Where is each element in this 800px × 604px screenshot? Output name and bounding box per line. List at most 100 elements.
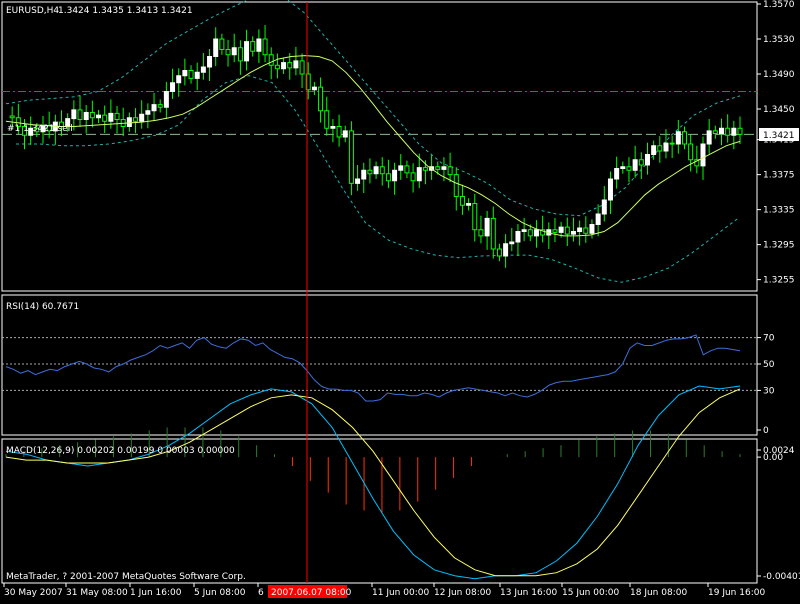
bull-candle	[503, 243, 509, 257]
bull-candle	[521, 229, 527, 232]
copyright-label: MetaTrader, ? 2001-2007 MetaQuotes Softw…	[6, 572, 246, 582]
bear-candle	[102, 114, 108, 122]
price-tick-label: 1.3255	[763, 276, 795, 286]
bear-candle	[157, 104, 163, 108]
bear-candle	[219, 38, 225, 50]
bear-candle	[274, 64, 280, 70]
time-tick-label: 13 Jun 16:00	[500, 588, 557, 598]
price-tick-label: 1.3450	[763, 105, 795, 115]
rsi-tick-label: 30	[763, 386, 775, 396]
bull-candle	[355, 178, 361, 184]
time-tick-label: 31 May 08:00	[66, 588, 128, 598]
bull-candle	[311, 86, 317, 91]
bull-candle	[194, 71, 200, 79]
bear-candle	[367, 169, 373, 175]
bear-candle	[422, 167, 428, 171]
time-tick-label: 18 Jun 08:00	[630, 588, 687, 598]
bear-candle	[225, 49, 231, 56]
price-tick-label: 1.3295	[763, 241, 795, 251]
bull-candle	[620, 166, 626, 169]
bull-candle	[373, 166, 379, 175]
bear-candle	[737, 127, 743, 135]
bull-candle	[231, 47, 237, 56]
time-tick-label: 11 Jun 00:00	[372, 588, 429, 598]
bull-candle	[515, 231, 521, 243]
bull-candle	[139, 113, 145, 122]
bear-candle	[410, 172, 416, 182]
bull-candle	[416, 167, 422, 182]
bull-candle	[361, 169, 367, 180]
time-tick-label: 12 Jun 08:00	[434, 588, 491, 598]
bull-candle	[675, 131, 681, 145]
bull-candle	[398, 165, 404, 171]
bear-candle	[348, 130, 354, 184]
bear-candle	[527, 229, 533, 237]
bull-candle	[466, 203, 472, 206]
bull-candle	[281, 62, 287, 70]
bear-candle	[324, 110, 330, 129]
bull-candle	[441, 166, 447, 170]
macd-header: MACD(12,26,9) 0.00202 0.00199 0.00003 0.…	[6, 446, 235, 456]
bull-candle	[83, 112, 89, 120]
bear-candle	[318, 86, 324, 112]
bull-candle	[71, 109, 77, 120]
bull-candle	[558, 226, 564, 233]
order-label[interactable]: #1 1.3421 sell	[7, 124, 73, 134]
bear-candle	[9, 115, 15, 119]
bear-candle	[237, 47, 243, 62]
bear-candle	[453, 174, 459, 197]
bull-candle	[126, 117, 132, 127]
bull-candle	[632, 159, 638, 171]
bull-candle	[392, 169, 398, 182]
time-tick-label: 5 Jun 08:00	[194, 588, 246, 598]
bull-candle	[293, 60, 299, 69]
bear-candle	[583, 227, 589, 234]
bear-candle	[435, 166, 441, 170]
bear-candle	[725, 127, 731, 136]
bull-candle	[96, 114, 102, 119]
bear-candle	[447, 166, 453, 176]
ohlc-label: 1.3424 1.3435 1.3413 1.3421	[58, 6, 193, 16]
bull-candle	[182, 70, 188, 77]
bull-candle	[663, 142, 669, 152]
rsi-header: RSI(14) 60.7671	[6, 302, 79, 312]
time-tick-label: 30 May 2007	[4, 588, 63, 598]
price-tick-label: 1.3375	[763, 171, 795, 181]
price-tick-label: 1.3335	[763, 206, 795, 216]
bull-candle	[151, 104, 157, 112]
price-tag: 1.3421	[763, 131, 795, 141]
bull-candle	[589, 224, 595, 234]
rsi-tick-label: 50	[763, 360, 775, 370]
crosshair-time: 2007.06.07 08:00	[271, 588, 352, 598]
bear-candle	[268, 54, 274, 66]
bear-candle	[472, 203, 478, 231]
price-tick-label: 1.3530	[763, 35, 795, 45]
bull-candle	[330, 126, 336, 129]
time-tick-label: 6	[258, 588, 264, 598]
symbol-label: EURUSD,H4	[6, 6, 59, 16]
bear-candle	[336, 126, 342, 138]
bull-candle	[145, 110, 151, 115]
chart-canvas[interactable]: 1.35701.35301.34901.34501.34151.33751.33…	[0, 0, 800, 600]
bull-candle	[570, 231, 576, 235]
rsi-tick-label: 0	[763, 426, 769, 436]
bear-candle	[287, 62, 293, 69]
bull-candle	[256, 38, 262, 52]
bear-candle	[459, 196, 465, 206]
bull-candle	[163, 91, 169, 108]
bull-candle	[484, 217, 490, 237]
bear-candle	[114, 112, 120, 120]
bear-candle	[552, 229, 558, 233]
bull-candle	[342, 130, 348, 138]
price-tick-label: 1.3490	[763, 70, 795, 80]
bull-candle	[200, 66, 206, 73]
bull-candle	[213, 38, 219, 57]
time-tick-label: 15 Jun 00:00	[562, 588, 619, 598]
bull-candle	[644, 154, 650, 166]
bull-candle	[731, 127, 737, 136]
bull-candle	[700, 143, 706, 167]
bull-candle	[651, 145, 657, 155]
bear-candle	[681, 131, 687, 145]
trading-chart[interactable]: 1.35701.35301.34901.34501.34151.33751.33…	[0, 0, 800, 600]
rsi-tick-label: 70	[763, 334, 775, 344]
